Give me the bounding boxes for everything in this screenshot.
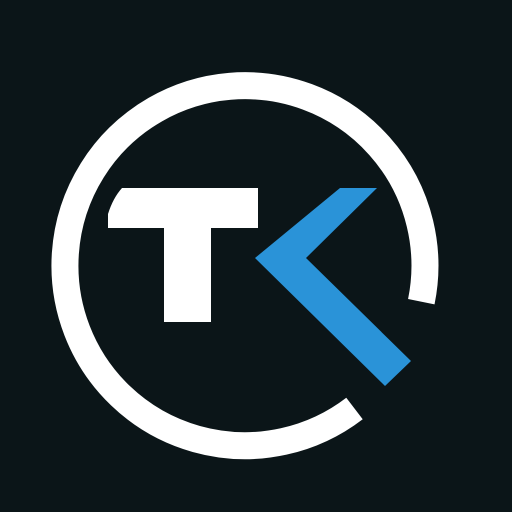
app-icon-canvas: [0, 0, 512, 512]
tk-monogram-logo-icon: [0, 0, 512, 512]
